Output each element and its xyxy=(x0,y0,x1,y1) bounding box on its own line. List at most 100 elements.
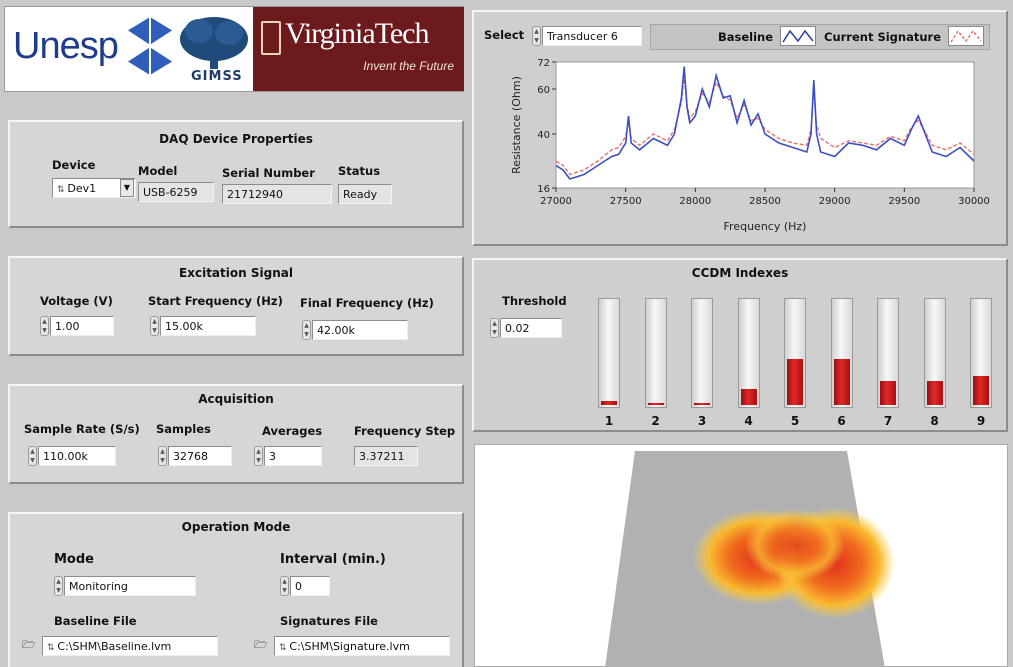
final-frequency-label: Final Frequency (Hz) xyxy=(300,296,434,310)
damage-hotspot-3 xyxy=(745,509,845,581)
signatures-path-icon: ⇅ xyxy=(279,643,290,653)
final-frequency-input[interactable]: 42.00k xyxy=(312,320,408,340)
impedance-chart: 16 40 60 72 27000 27500 28000 28500 29000 29500 3… xyxy=(510,58,990,233)
sample-rate-spinner[interactable]: ▲ ▼ xyxy=(28,446,37,466)
start-frequency-label: Start Frequency (Hz) xyxy=(148,294,283,308)
acquisition-title: Acquisition xyxy=(198,392,274,406)
device-dropdown-button[interactable]: ▼ xyxy=(120,179,134,197)
legend-baseline-swatch[interactable] xyxy=(780,26,816,46)
ccdm-tanks: 1 2 3 4 5 6 7 8 9 xyxy=(474,260,1006,430)
ccdm-tank-fill xyxy=(647,402,664,405)
damage-map xyxy=(605,451,895,667)
ccdm-tank-fill xyxy=(833,359,850,405)
signatures-file-label: Signatures File xyxy=(280,614,378,628)
x-tick-label: 27000 xyxy=(540,196,572,207)
y-tick-label: 72 xyxy=(537,58,550,69)
vt-seal-icon xyxy=(261,21,281,55)
status-indicator: Ready xyxy=(338,184,392,204)
voltage-spinner[interactable]: ▲ ▼ xyxy=(40,316,49,336)
ccdm-tank-7 xyxy=(877,298,899,408)
vt-name-text: VirginiaTech xyxy=(285,17,429,50)
averages-spinner[interactable]: ▲ ▼ xyxy=(254,446,263,466)
ccdm-tank-6 xyxy=(830,298,853,408)
signatures-file-value: C:\SHM\Signature.lvm xyxy=(289,640,410,653)
x-tick-label: 29000 xyxy=(819,196,851,207)
excitation-title: Excitation Signal xyxy=(179,266,293,280)
gimss-logo-text: GIMSS xyxy=(191,69,243,84)
baseline-path-icon: ⇅ xyxy=(47,643,58,653)
ccdm-tank-fill xyxy=(694,402,710,405)
daq-panel: DAQ Device Properties Device ⇅ Dev1 ▼ Mo… xyxy=(8,120,464,228)
damage-map-panel xyxy=(474,444,1008,667)
ccdm-tank-label: 5 xyxy=(790,414,800,428)
graph-panel: Select ▲ ▼ Transducer 6 Baseline Current … xyxy=(472,10,1008,246)
ccdm-panel: CCDM Indexes Threshold ▲ ▼ 0.02 123456789 xyxy=(472,258,1008,432)
ccdm-tank-4 xyxy=(737,298,760,408)
select-label: Select xyxy=(484,28,525,42)
device-label: Device xyxy=(52,158,96,172)
ccdm-tank-8 xyxy=(923,298,946,408)
x-tick-label: 30000 xyxy=(958,196,990,207)
unesp-emblem-icon xyxy=(125,15,175,81)
model-indicator: USB-6259 xyxy=(138,182,214,202)
final-frequency-spinner[interactable]: ▲ ▼ xyxy=(302,320,311,340)
status-label: Status xyxy=(338,164,381,178)
baseline-folder-icon[interactable]: 🗁 xyxy=(22,638,40,652)
frequency-step-indicator: 3.37211 xyxy=(354,446,418,466)
x-axis-label: Frequency (Hz) xyxy=(724,220,807,233)
y-axis-label: Resistance (Ohm) xyxy=(510,76,523,174)
y-tick-label: 16 xyxy=(537,184,550,195)
ccdm-tank-5 xyxy=(784,298,806,408)
ccdm-tank-label: 1 xyxy=(604,414,614,428)
ccdm-tank-label: 8 xyxy=(930,414,939,428)
ccdm-tank-9 xyxy=(970,298,992,408)
ccdm-tank-label: 4 xyxy=(744,414,753,428)
start-frequency-input[interactable]: 15.00k xyxy=(160,316,256,336)
voltage-label: Voltage (V) xyxy=(40,294,113,308)
baseline-file-value: C:\SHM\Baseline.lvm xyxy=(57,640,172,653)
samples-input[interactable]: 32768 xyxy=(168,446,232,466)
ccdm-tank-label: 7 xyxy=(883,414,893,428)
legend-current-swatch[interactable] xyxy=(948,26,984,46)
y-tick-label: 40 xyxy=(537,130,550,141)
virginiatech-logo: VirginiaTech Invent the Future xyxy=(253,7,464,91)
averages-input[interactable]: 3 xyxy=(264,446,322,466)
x-tick-label: 28500 xyxy=(749,196,781,207)
serial-indicator: 21712940 xyxy=(222,184,332,204)
voltage-input[interactable]: 1.00 xyxy=(50,316,114,336)
interval-spinner[interactable]: ▲ ▼ xyxy=(280,576,289,596)
x-tick-label: 27500 xyxy=(610,196,642,207)
baseline-file-label: Baseline File xyxy=(54,614,137,628)
x-tick-label: 29500 xyxy=(888,196,920,207)
y-tick-label: 60 xyxy=(537,85,550,96)
ccdm-tank-fill xyxy=(880,381,896,405)
signatures-file-input[interactable]: ⇅ C:\SHM\Signature.lvm xyxy=(274,636,450,656)
sample-rate-input[interactable]: 110.00k xyxy=(38,446,116,466)
baseline-file-input[interactable]: ⇅ C:\SHM\Baseline.lvm xyxy=(42,636,218,656)
logo-strip: Unesp GIMSS VirginiaTech Invent the Futu… xyxy=(4,6,464,92)
ccdm-tank-fill xyxy=(787,359,803,405)
transducer-select[interactable]: Transducer 6 xyxy=(542,26,642,46)
daq-title: DAQ Device Properties xyxy=(159,132,313,146)
device-icon: ⇅ xyxy=(57,185,68,195)
ccdm-tank-fill xyxy=(926,381,943,405)
transducer-spinner[interactable]: ▲ ▼ xyxy=(532,26,541,46)
unesp-logo-text: Unesp xyxy=(13,25,119,67)
samples-spinner[interactable]: ▲ ▼ xyxy=(158,446,167,466)
mode-spinner[interactable]: ▲ ▼ xyxy=(54,576,63,596)
x-tick-label: 28000 xyxy=(679,196,711,207)
start-frequency-spinner[interactable]: ▲ ▼ xyxy=(150,316,159,336)
serial-label: Serial Number xyxy=(222,166,315,180)
mode-select[interactable]: Monitoring xyxy=(64,576,196,596)
ccdm-tank-label: 6 xyxy=(837,414,846,428)
ccdm-tank-fill xyxy=(973,375,989,405)
device-value: Dev1 xyxy=(67,182,97,195)
legend-current-label: Current Signature xyxy=(824,30,942,44)
averages-label: Averages xyxy=(262,424,323,438)
ccdm-tank-2 xyxy=(644,298,667,408)
ccdm-tank-1 xyxy=(598,298,620,408)
interval-input[interactable]: 0 xyxy=(290,576,330,596)
signatures-folder-icon[interactable]: 🗁 xyxy=(254,638,272,652)
acquisition-panel: Acquisition Sample Rate (S/s) ▲ ▼ 110.00k… xyxy=(8,384,464,484)
plot-area xyxy=(555,61,975,189)
